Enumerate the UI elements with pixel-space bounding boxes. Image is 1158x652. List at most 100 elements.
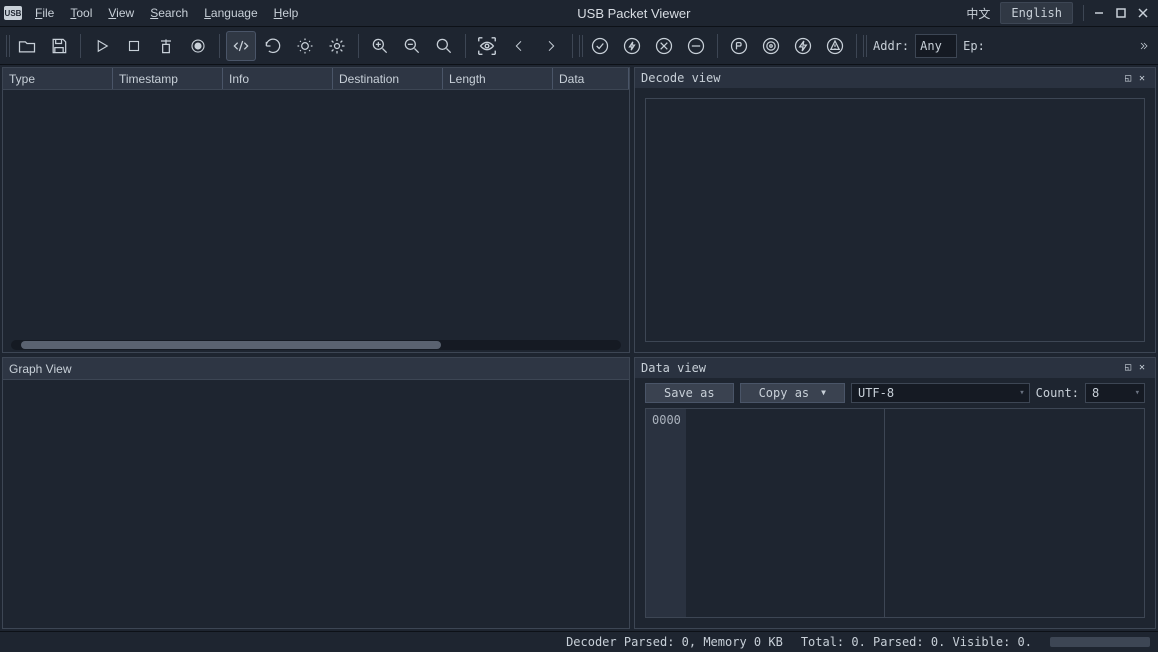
horizontal-scrollbar[interactable] — [11, 340, 621, 350]
decode-content[interactable] — [645, 98, 1145, 342]
offset-column: 0000 — [646, 409, 686, 617]
bolt-icon[interactable] — [788, 31, 818, 61]
decode-view-title: Decode view — [641, 71, 720, 85]
x-circle-icon[interactable] — [649, 31, 679, 61]
popout-icon[interactable]: ◱ — [1121, 361, 1135, 375]
menu-view[interactable]: View — [101, 2, 141, 24]
eye-focus-icon[interactable] — [472, 31, 502, 61]
col-data[interactable]: Data — [553, 68, 629, 89]
separator — [572, 34, 573, 58]
grip — [6, 35, 10, 57]
target-icon[interactable] — [756, 31, 786, 61]
statusbar: Decoder Parsed: 0, Memory 0 KB Total: 0.… — [0, 631, 1158, 652]
settings-icon[interactable] — [322, 31, 352, 61]
maximize-button[interactable] — [1110, 2, 1132, 24]
hex-dump-left[interactable]: 0000 — [645, 408, 885, 618]
lang-english[interactable]: English — [1000, 2, 1073, 24]
record-icon[interactable] — [183, 31, 213, 61]
bolt-circle-icon[interactable] — [617, 31, 647, 61]
data-view-title: Data view — [641, 361, 706, 375]
lang-chinese[interactable]: 中文 — [962, 3, 994, 24]
graph-view-panel: Graph View — [2, 357, 630, 629]
grip — [863, 35, 867, 57]
check-circle-icon[interactable] — [585, 31, 615, 61]
col-destination[interactable]: Destination — [333, 68, 443, 89]
data-view-panel: Data view ◱ ✕ Save as Copy as▼ UTF-8 Cou… — [634, 357, 1156, 629]
data-view-toolbar: Save as Copy as▼ UTF-8 Count: 8 — [635, 378, 1155, 408]
addr-input[interactable] — [915, 34, 957, 58]
decode-view-panel: Decode view ◱ ✕ — [634, 67, 1156, 353]
save-icon[interactable] — [44, 31, 74, 61]
zoom-out-icon[interactable] — [397, 31, 427, 61]
data-view-header: Data view ◱ ✕ — [635, 358, 1155, 378]
warning-circle-icon[interactable] — [820, 31, 850, 61]
count-select[interactable]: 8 — [1085, 383, 1145, 403]
separator — [717, 34, 718, 58]
hex-dump-right[interactable] — [885, 408, 1145, 618]
search-icon[interactable] — [429, 31, 459, 61]
window-title: USB Packet Viewer — [305, 6, 962, 21]
close-panel-icon[interactable]: ✕ — [1135, 71, 1149, 85]
save-as-button[interactable]: Save as — [645, 383, 734, 403]
col-timestamp[interactable]: Timestamp — [113, 68, 223, 89]
minus-circle-icon[interactable] — [681, 31, 711, 61]
ep-label: Ep: — [963, 39, 985, 53]
col-info[interactable]: Info — [223, 68, 333, 89]
packet-list-panel: Type Timestamp Info Destination Length D… — [2, 67, 630, 353]
app-icon: USB — [4, 6, 22, 20]
code-icon[interactable] — [226, 31, 256, 61]
menu-help[interactable]: Help — [267, 2, 306, 24]
encoding-select[interactable]: UTF-8 — [851, 383, 1030, 403]
prev-icon[interactable] — [504, 31, 534, 61]
graph-view-body[interactable] — [3, 380, 629, 628]
menu-search[interactable]: Search — [143, 2, 195, 24]
scrollbar-thumb[interactable] — [21, 341, 441, 349]
stop-icon[interactable] — [119, 31, 149, 61]
close-button[interactable] — [1132, 2, 1154, 24]
minimize-button[interactable] — [1088, 2, 1110, 24]
grip — [579, 35, 583, 57]
open-file-icon[interactable] — [12, 31, 42, 61]
main-area: Type Timestamp Info Destination Length D… — [0, 65, 1158, 631]
next-icon[interactable] — [536, 31, 566, 61]
addr-label: Addr: — [873, 39, 909, 53]
status-decoder: Decoder Parsed: 0, Memory 0 KB — [566, 635, 783, 649]
window-controls — [1088, 2, 1154, 24]
status-progress — [1050, 637, 1150, 647]
data-view-body: 0000 — [635, 408, 1155, 628]
separator — [856, 34, 857, 58]
packet-table-header: Type Timestamp Info Destination Length D… — [3, 68, 629, 90]
close-panel-icon[interactable]: ✕ — [1135, 361, 1149, 375]
copy-as-button[interactable]: Copy as▼ — [740, 383, 845, 403]
separator — [219, 34, 220, 58]
titlebar: USB File Tool View Search Language Help … — [0, 0, 1158, 27]
col-length[interactable]: Length — [443, 68, 553, 89]
separator — [358, 34, 359, 58]
left-column: Type Timestamp Info Destination Length D… — [2, 67, 630, 629]
status-totals: Total: 0. Parsed: 0. Visible: 0. — [801, 635, 1032, 649]
main-menu: File Tool View Search Language Help — [28, 2, 305, 24]
menu-tool[interactable]: Tool — [63, 2, 99, 24]
lightbulb-icon[interactable] — [290, 31, 320, 61]
decode-view-header: Decode view ◱ ✕ — [635, 68, 1155, 88]
toolbar: Addr: Ep: — [0, 27, 1158, 65]
menu-file[interactable]: File — [28, 2, 61, 24]
graph-view-title: Graph View — [3, 358, 629, 380]
count-label: Count: — [1036, 386, 1079, 400]
separator — [80, 34, 81, 58]
filter-p-icon[interactable] — [724, 31, 754, 61]
col-type[interactable]: Type — [3, 68, 113, 89]
language-switch: 中文 English — [962, 2, 1073, 24]
chip-icon[interactable] — [151, 31, 181, 61]
zoom-in-icon[interactable] — [365, 31, 395, 61]
play-icon[interactable] — [87, 31, 117, 61]
separator — [465, 34, 466, 58]
undo-icon[interactable] — [258, 31, 288, 61]
decode-view-body — [635, 88, 1155, 352]
right-column: Decode view ◱ ✕ Data view ◱ ✕ Save as Co… — [634, 67, 1156, 629]
overflow-icon[interactable] — [1134, 31, 1152, 61]
popout-icon[interactable]: ◱ — [1121, 71, 1135, 85]
packet-table-body[interactable] — [3, 90, 629, 352]
separator — [1083, 5, 1084, 21]
menu-language[interactable]: Language — [197, 2, 264, 24]
